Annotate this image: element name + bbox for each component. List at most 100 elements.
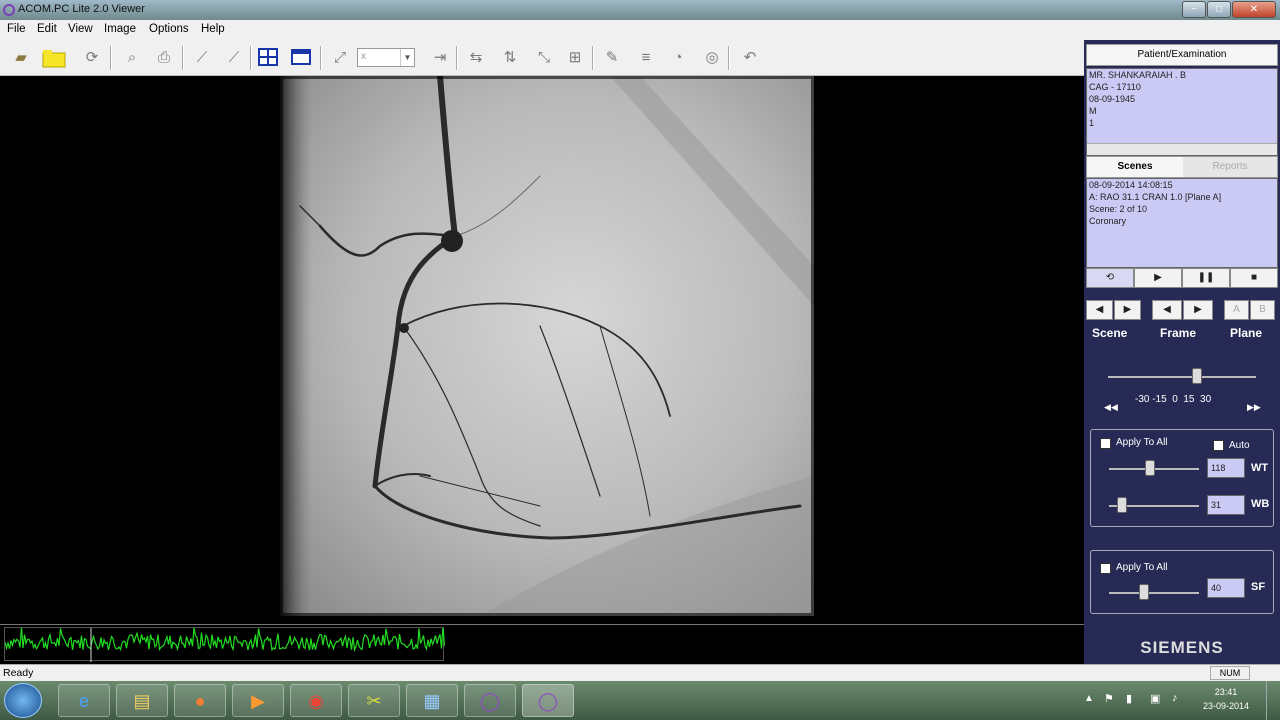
patient-number: 1 — [1089, 118, 1095, 128]
sf-slider-track[interactable] — [1109, 592, 1199, 594]
frame-next-button[interactable]: ▶ — [1183, 300, 1213, 320]
menu-edit[interactable]: Edit — [37, 23, 57, 35]
flip-vertical-icon[interactable]: ⇅ — [498, 47, 522, 69]
pause-button[interactable]: ❚❚ — [1182, 268, 1230, 288]
open-folder-icon[interactable]: ▰ — [9, 47, 33, 69]
calibrate-icon[interactable]: ⟋ — [222, 47, 246, 69]
wb-value-field[interactable]: 31 — [1207, 495, 1245, 515]
rotate-right-icon[interactable]: ⊞ — [563, 47, 587, 69]
menu-image[interactable]: Image — [104, 23, 136, 35]
image-viewer[interactable] — [0, 76, 1084, 624]
zoom-combo[interactable]: x ▼ — [357, 48, 415, 67]
fast-forward-icon[interactable]: ▶▶ — [1247, 402, 1261, 413]
rotate-left-icon[interactable]: ⤡ — [532, 47, 556, 69]
flag-icon[interactable]: ⚑ — [1104, 692, 1114, 705]
horizontal-scrollbar[interactable] — [1087, 143, 1277, 155]
chevron-down-icon[interactable]: ▼ — [400, 49, 414, 66]
start-button[interactable] — [4, 683, 42, 718]
toolbar-separator — [728, 46, 730, 70]
scene-prev-button[interactable]: ◀ — [1086, 300, 1113, 320]
maximize-button[interactable]: □ — [1207, 1, 1231, 18]
zoom-value: x — [361, 51, 366, 62]
apply-to-all-checkbox[interactable] — [1100, 438, 1111, 449]
undo-icon[interactable]: ↶ — [738, 47, 762, 69]
refresh-icon[interactable]: ⟳ — [80, 47, 104, 69]
stop-button[interactable]: ■ — [1230, 268, 1278, 288]
toolbar-separator — [110, 46, 112, 70]
sharpen-apply-to-all-label: Apply To All — [1116, 562, 1168, 573]
scene-next-button[interactable]: ▶ — [1114, 300, 1141, 320]
tab-reports[interactable]: Reports — [1183, 157, 1277, 177]
scene-count: Scene: 2 of 10 — [1089, 204, 1148, 214]
clock[interactable]: 23:41 23-09-2014 — [1196, 685, 1256, 713]
scene-type: Coronary — [1089, 216, 1127, 226]
media-player-icon[interactable]: ▶ — [232, 684, 284, 717]
menu-help[interactable]: Help — [201, 23, 225, 35]
annotate-icon[interactable]: ✎ — [600, 47, 624, 69]
single-layout-icon[interactable] — [289, 47, 313, 69]
flip-horizontal-icon[interactable]: ⇆ — [464, 47, 488, 69]
speed-slider-track[interactable] — [1108, 376, 1256, 378]
status-bar: Ready NUM — [0, 664, 1280, 681]
network-icon[interactable]: ▣ — [1150, 692, 1160, 705]
status-text: Ready — [3, 667, 34, 679]
patient-sex: M — [1089, 106, 1097, 116]
speed-slider-thumb[interactable] — [1192, 368, 1202, 384]
volume-icon[interactable]: ♪ — [1172, 692, 1178, 704]
pan-icon[interactable]: ⇥ — [428, 47, 452, 69]
rewind-icon[interactable]: ◀◀ — [1104, 402, 1118, 413]
plane-a-button[interactable]: A — [1224, 300, 1249, 320]
close-button[interactable]: ✕ — [1232, 1, 1276, 18]
clock-date: 23-09-2014 — [1202, 701, 1250, 711]
print-icon[interactable]: ⎙ — [152, 47, 176, 69]
plane-b-button[interactable]: B — [1250, 300, 1275, 320]
acom-viewer-active-icon[interactable]: ◯ — [522, 684, 574, 717]
battery-icon[interactable]: ▮ — [1126, 692, 1132, 705]
show-desktop-button[interactable] — [1266, 681, 1280, 720]
firefox-icon[interactable]: ● — [174, 684, 226, 717]
window-title: ACOM.PC Lite 2.0 Viewer — [18, 3, 145, 15]
print-preview-icon[interactable]: ⌕ — [120, 47, 144, 69]
text-icon[interactable]: ≡ — [634, 47, 658, 69]
grid-layout-icon[interactable] — [256, 47, 280, 69]
play-button[interactable]: ▶ — [1134, 268, 1182, 288]
menu-view[interactable]: View — [68, 23, 93, 35]
minimize-button[interactable]: − — [1182, 1, 1206, 18]
wt-slider-thumb[interactable] — [1145, 460, 1155, 476]
toolbar: ▰ ⟳ ⌕ ⎙ ⟋ ⟋ ⤢ x ▼ ⇥ ⇆ ⇅ ⤡ ⊞ ✎ ≡ ◔ ◎ ↶ — [0, 40, 1084, 76]
sharpen-apply-to-all-checkbox[interactable] — [1100, 563, 1111, 574]
document-icon[interactable]: ▦ — [406, 684, 458, 717]
sf-label: SF — [1251, 581, 1266, 593]
explorer-icon[interactable]: ▤ — [116, 684, 168, 717]
title-bar: ACOM.PC Lite 2.0 Viewer − □ ✕ — [0, 0, 1280, 20]
menu-file[interactable]: File — [7, 23, 26, 35]
tray-arrow-icon[interactable]: ▲ — [1084, 693, 1094, 704]
folder-icon[interactable] — [42, 47, 66, 69]
auto-checkbox[interactable] — [1213, 440, 1224, 451]
frame-prev-button[interactable]: ◀ — [1152, 300, 1182, 320]
loop-button[interactable]: ⟲ — [1086, 268, 1134, 288]
chrome-icon[interactable]: ◉ — [290, 684, 342, 717]
wt-label: WT — [1251, 462, 1269, 474]
zoom-icon[interactable]: ⤢ — [328, 47, 352, 69]
toolbar-separator — [250, 46, 252, 70]
ie-icon[interactable]: e — [58, 684, 110, 717]
acom-viewer-icon[interactable]: ◯ — [464, 684, 516, 717]
contrast-icon[interactable]: ◔ — [666, 47, 690, 69]
sf-value-field[interactable]: 40 — [1207, 578, 1245, 598]
wt-value-field[interactable]: 118 — [1207, 458, 1245, 478]
tools-icon[interactable]: ✂ — [348, 684, 400, 717]
scene-label: Scene — [1092, 326, 1128, 340]
menu-bar: File Edit View Image Options Help — [0, 20, 1280, 40]
sharpen-icon[interactable]: ◎ — [700, 47, 724, 69]
auto-label: Auto — [1229, 440, 1250, 451]
scene-datetime: 08-09-2014 14:08:15 — [1089, 180, 1173, 190]
menu-options[interactable]: Options — [149, 23, 189, 35]
sf-slider-thumb[interactable] — [1139, 584, 1149, 600]
patient-examination-header[interactable]: Patient/Examination — [1086, 44, 1278, 66]
window-level-group: Apply To All Auto 118 WT 31 WB — [1090, 429, 1274, 527]
wb-slider-thumb[interactable] — [1117, 497, 1127, 513]
tab-scenes[interactable]: Scenes — [1087, 157, 1183, 177]
measure-icon[interactable]: ⟋ — [190, 47, 214, 69]
toolbar-separator — [320, 46, 322, 70]
